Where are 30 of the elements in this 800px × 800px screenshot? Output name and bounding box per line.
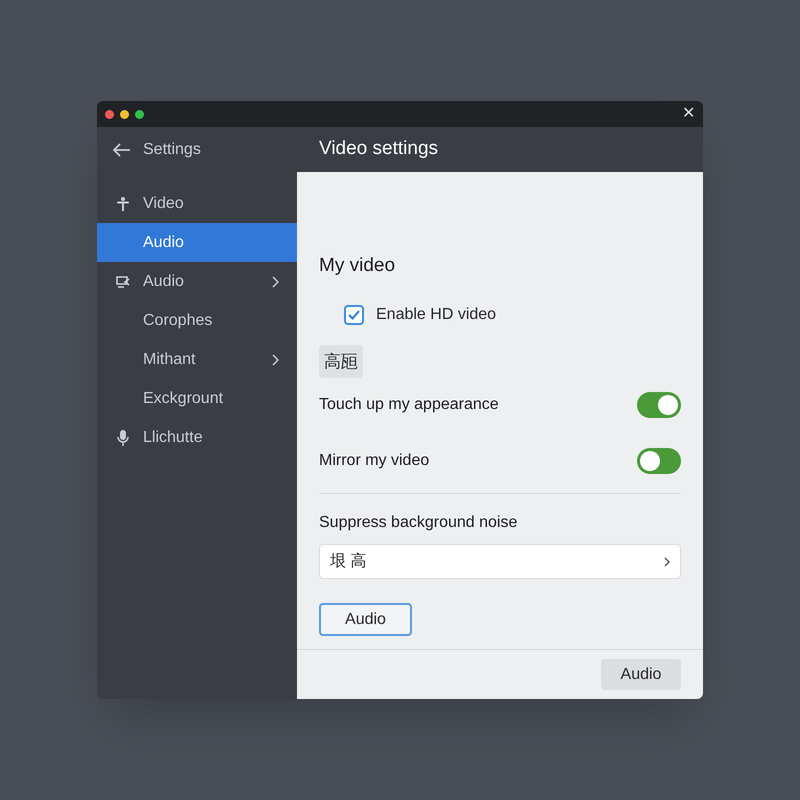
sidebar-item[interactable]: Video (97, 184, 297, 223)
toggle-label: Touch up my appearance (319, 395, 499, 415)
close-button[interactable]: ✕ (682, 106, 695, 122)
page-title: Video settings (319, 137, 438, 162)
footer-audio-button[interactable]: Audio (601, 659, 681, 690)
toggle-label: Mirror my video (319, 451, 430, 471)
sidebar-item[interactable]: Corophes (97, 301, 297, 340)
chevron-right-icon (271, 276, 279, 288)
chevron-right-icon (271, 354, 279, 366)
person-icon (115, 196, 131, 212)
section-heading: My video (319, 254, 396, 278)
sidebar-item[interactable]: Audio (97, 262, 297, 301)
audio-button[interactable]: Audio (319, 603, 412, 636)
back-arrow-icon (113, 142, 131, 156)
sidebar-item[interactable]: Mithant (97, 340, 297, 379)
check-icon (348, 310, 360, 320)
chevron-right-icon (664, 556, 670, 566)
back-button[interactable]: Settings (97, 127, 297, 172)
microphone-icon (115, 428, 131, 446)
tag: 高瓸 (319, 344, 363, 378)
checkbox-label: Enable HD video (376, 304, 496, 324)
toggle-switch[interactable] (637, 448, 681, 474)
noise-dropdown[interactable]: 垠 高 (319, 544, 681, 579)
toggle-switch[interactable] (637, 392, 681, 418)
checkbox[interactable] (344, 304, 364, 324)
sidebar-item[interactable]: Audio (97, 223, 297, 262)
sidebar-item[interactable]: Llichutte (97, 418, 297, 457)
sidebar-item[interactable]: Exckgrount (97, 379, 297, 418)
noise-label: Suppress background noise (319, 513, 518, 533)
screen-icon (115, 274, 131, 290)
